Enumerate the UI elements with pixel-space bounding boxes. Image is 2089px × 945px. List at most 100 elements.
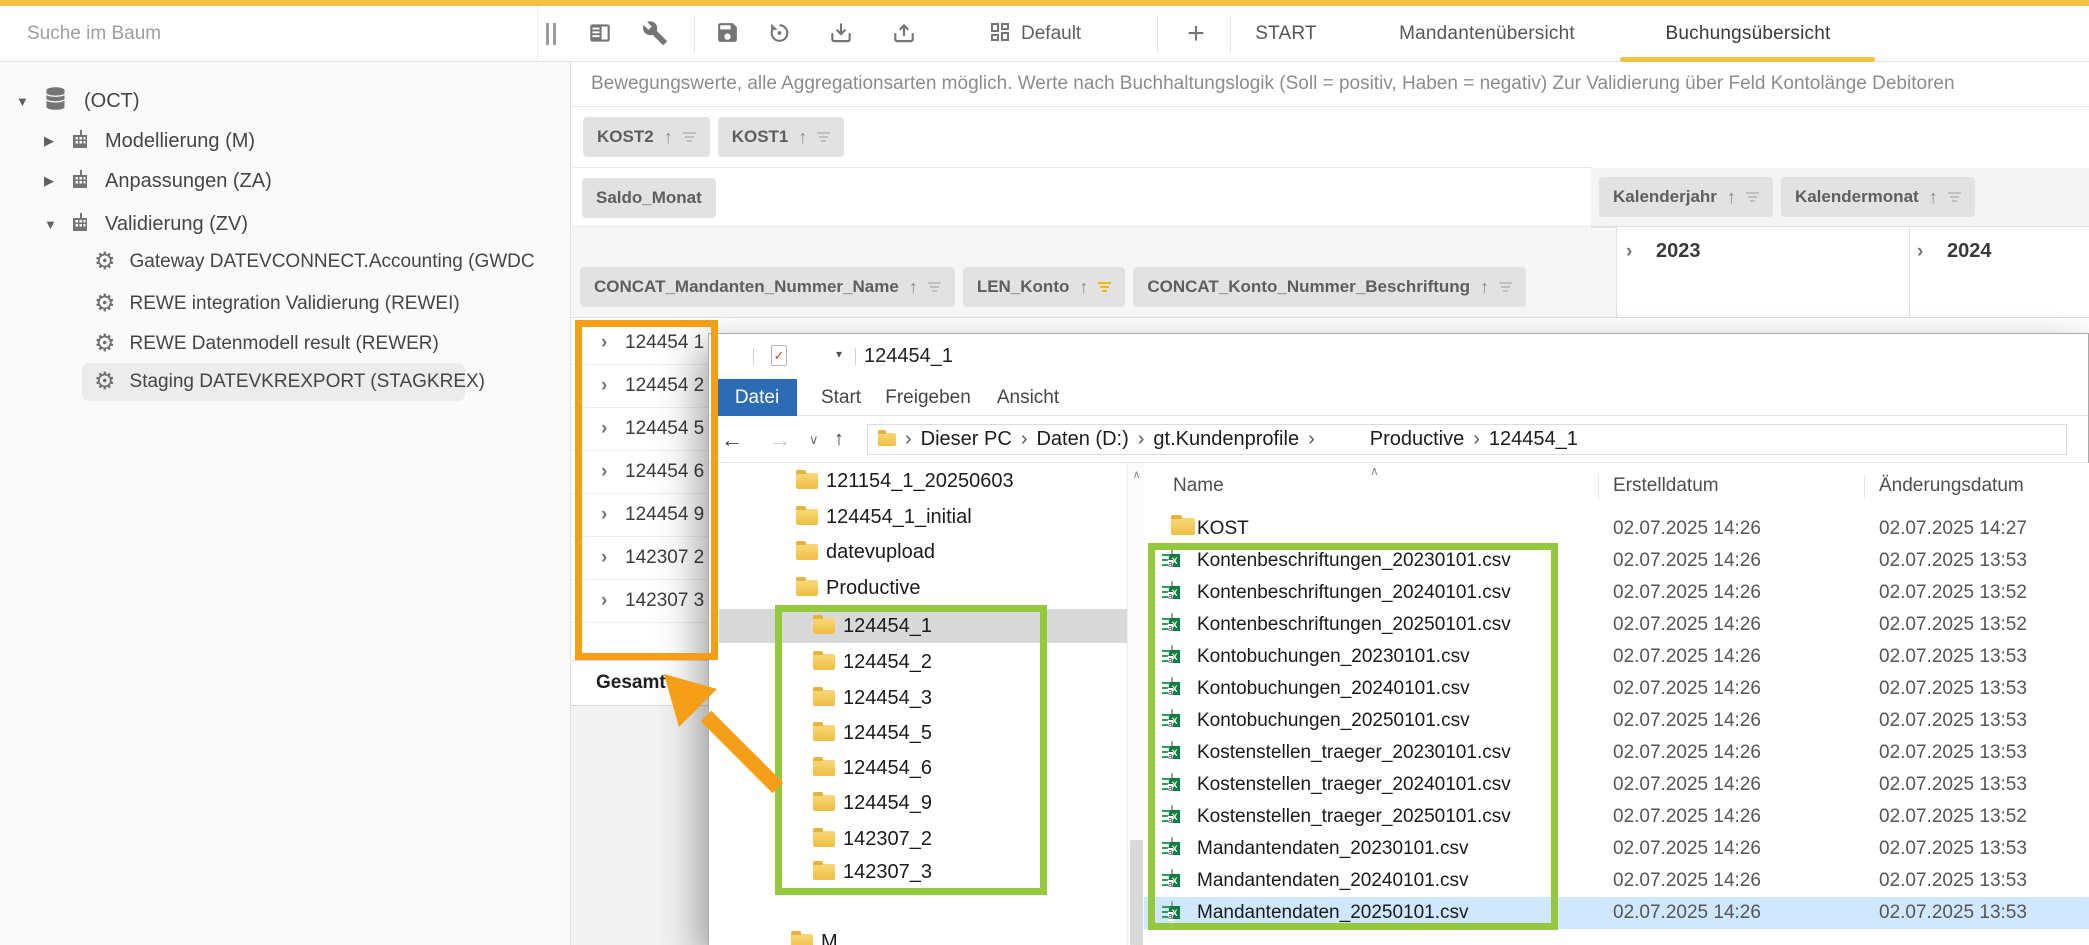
pivot-row-142307-2[interactable]: ›142307 2 (570, 537, 718, 580)
pivot-row-124454-1[interactable]: ›124454 1 (570, 322, 718, 365)
up-arrow-icon[interactable]: ↑ (834, 416, 844, 463)
year-cell-2024[interactable]: › 2024 (1909, 227, 2089, 318)
nav-folder-124454-2[interactable]: 124454_2 (709, 645, 1127, 679)
filter-icon[interactable] (928, 282, 941, 292)
add-view-button[interactable]: + (1176, 14, 1216, 54)
filter-icon[interactable] (1746, 192, 1759, 202)
ribbon-tab-ansicht[interactable]: Ansicht (989, 379, 1067, 416)
file-row-kontobuchungen-2024[interactable]: Xa Kontobuchungen_20240101.csv 02.07.202… (1144, 673, 2089, 705)
history-button[interactable] (764, 20, 794, 50)
breadcrumb-daten-d[interactable]: Daten (D:) (1036, 428, 1128, 451)
filter-icon[interactable] (1499, 282, 1512, 292)
nav-folder-124454-5[interactable]: 124454_5 (709, 716, 1127, 750)
ribbon-tab-start[interactable]: Start (805, 379, 877, 416)
nav-folder-124454-1-initial[interactable]: 124454_1_initial (709, 500, 1127, 534)
sort-asc-icon[interactable]: ↑ (909, 277, 918, 298)
sort-asc-icon[interactable]: ↑ (664, 127, 673, 148)
column-header-aenderungsdatum[interactable]: Änderungsdatum (1879, 475, 2024, 497)
field-chip-concat-mandanten[interactable]: CONCAT_Mandanten_Nummer_Name ↑ (580, 267, 955, 307)
filter-active-icon[interactable] (1098, 282, 1111, 292)
file-row-kostenstellen-2025[interactable]: Xa Kostenstellen_traeger_20250101.csv 02… (1144, 801, 2089, 833)
nav-folder-142307-2[interactable]: 142307_2 (709, 822, 1127, 856)
file-row-kostenstellen-2023[interactable]: Xa Kostenstellen_traeger_20230101.csv 02… (1144, 737, 2089, 769)
expand-chevron-icon[interactable]: › (1917, 241, 1923, 263)
pivot-row-124454-5[interactable]: ›124454 5 (570, 408, 718, 451)
chevron-right-icon[interactable]: ▶ (44, 133, 62, 149)
nav-folder-121154-1-20250603[interactable]: 121154_1_20250603 (709, 464, 1127, 498)
sort-asc-icon[interactable]: ↑ (1079, 277, 1088, 298)
chevron-right-icon[interactable]: ▶ (44, 173, 62, 189)
ribbon-tab-datei[interactable]: Datei (717, 379, 797, 416)
tree-item-anpassungen[interactable]: ▶ Anpassungen (ZA) (0, 163, 570, 199)
layout-default-button[interactable]: Default (988, 19, 1081, 49)
expand-chevron-icon[interactable]: › (1626, 241, 1632, 263)
column-header-name[interactable]: Name (1173, 475, 1224, 497)
tree-item-staging-datevkrexport[interactable]: ⚙ Staging DATEVKREXPORT (STAGKREX) (0, 364, 570, 400)
expand-chevron-icon[interactable]: › (601, 332, 607, 354)
breadcrumb-dieser-pc[interactable]: Dieser PC (921, 428, 1012, 451)
nav-pane-scrollbar[interactable]: ∧ (1127, 463, 1144, 945)
chevron-down-icon[interactable]: ▼ (44, 217, 62, 232)
file-row-kontobuchungen-2025[interactable]: Xa Kontobuchungen_20250101.csv 02.07.202… (1144, 705, 2089, 737)
pivot-row-142307-3[interactable]: ›142307 3 (570, 580, 718, 623)
pivot-row-124454-9[interactable]: ›124454 9 (570, 494, 718, 537)
nav-folder-datevupload[interactable]: datevupload (709, 535, 1127, 569)
sidebar-toggle-button[interactable] (585, 20, 615, 50)
tree-item-rewe-datenmodell[interactable]: ⚙ REWE Datenmodell result (REWER) (0, 326, 570, 362)
file-row-kost[interactable]: KOST 02.07.2025 14:26 02.07.2025 14:27 (1144, 513, 2089, 545)
scroll-up-icon[interactable]: ∧ (1128, 468, 1145, 481)
tree-item-rewe-integration[interactable]: ⚙ REWE integration Validierung (REWEI) (0, 286, 570, 322)
expand-chevron-icon[interactable]: › (601, 375, 607, 397)
breadcrumb-productive[interactable]: Productive (1370, 428, 1465, 451)
tree-item-modellierung[interactable]: ▶ Modellierung (M) (0, 123, 570, 159)
tree-item-validierung[interactable]: ▼ Validierung (ZV) (0, 206, 570, 242)
scrollbar-thumb[interactable] (1130, 840, 1143, 945)
field-chip-kost1[interactable]: KOST1 ↑ (718, 117, 845, 157)
tab-buchungsuebersicht[interactable]: Buchungsübersicht (1650, 6, 1846, 62)
file-row-kontenbeschriftungen-2024[interactable]: Xa Kontenbeschriftungen_20240101.csv 02.… (1144, 577, 2089, 609)
pivot-row-124454-2[interactable]: ›124454 2 (570, 365, 718, 408)
recent-locations-icon[interactable]: ∨ (809, 416, 819, 463)
file-row-kontenbeschriftungen-2023[interactable]: Xa Kontenbeschriftungen_20230101.csv 02.… (1144, 545, 2089, 577)
download-button[interactable] (826, 20, 856, 50)
quick-access-caret-icon[interactable]: ▾ (836, 347, 842, 361)
explorer-titlebar[interactable]: ✓ ▾ 124454_1 (709, 334, 2088, 379)
year-cell-2023[interactable]: › 2023 (1617, 227, 1909, 318)
settings-wrench-button[interactable] (640, 20, 670, 50)
nav-folder-124454-1[interactable]: 124454_1 (709, 609, 1127, 643)
file-row-kostenstellen-2024[interactable]: Xa Kostenstellen_traeger_20240101.csv 02… (1144, 769, 2089, 801)
nav-folder-partial[interactable]: M (709, 925, 1127, 945)
nav-folder-124454-3[interactable]: 124454_3 (709, 681, 1127, 715)
field-chip-concat-konto[interactable]: CONCAT_Konto_Nummer_Beschriftung ↑ (1133, 267, 1526, 307)
expand-chevron-icon[interactable]: › (601, 418, 607, 440)
nav-folder-124454-9[interactable]: 124454_9 (709, 786, 1127, 820)
file-row-mandantendaten-2024[interactable]: Xa Mandantendaten_20240101.csv 02.07.202… (1144, 865, 2089, 897)
sort-asc-icon[interactable]: ↑ (1480, 277, 1489, 298)
search-input[interactable] (0, 6, 537, 62)
sort-asc-icon[interactable]: ↑ (798, 127, 807, 148)
filter-icon[interactable] (683, 132, 696, 142)
column-divider[interactable] (1864, 475, 1865, 499)
breadcrumb-124454-1[interactable]: 124454_1 (1489, 428, 1578, 451)
forward-arrow-icon[interactable]: → (769, 416, 791, 463)
back-arrow-icon[interactable]: ← (721, 416, 743, 463)
tree-item-oct[interactable]: ▼ (OCT) (0, 83, 570, 119)
column-header-erstelldatum[interactable]: Erstelldatum (1613, 475, 1719, 497)
file-row-kontenbeschriftungen-2025[interactable]: Xa Kontenbeschriftungen_20250101.csv 02.… (1144, 609, 2089, 641)
file-row-mandantendaten-2023[interactable]: Xa Mandantendaten_20230101.csv 02.07.202… (1144, 833, 2089, 865)
file-row-kontobuchungen-2023[interactable]: Xa Kontobuchungen_20230101.csv 02.07.202… (1144, 641, 2089, 673)
sort-asc-icon[interactable]: ↑ (1727, 187, 1736, 208)
filter-icon[interactable] (1948, 192, 1961, 202)
checkmark-document-icon[interactable]: ✓ (771, 345, 787, 366)
sort-asc-icon[interactable]: ↑ (1929, 187, 1938, 208)
tab-start[interactable]: START (1246, 6, 1326, 62)
file-row-mandantendaten-2025-selected[interactable]: Xa Mandantendaten_20250101.csv 02.07.202… (1144, 897, 2089, 929)
field-chip-kost2[interactable]: KOST2 ↑ (583, 117, 710, 157)
panel-splitter-handle[interactable] (546, 23, 560, 50)
tab-mandantenuebersicht[interactable]: Mandantenübersicht (1384, 6, 1590, 62)
nav-folder-124454-6[interactable]: 124454_6 (709, 751, 1127, 785)
expand-chevron-icon[interactable]: › (601, 504, 607, 526)
nav-folder-productive[interactable]: Productive (709, 571, 1127, 605)
ribbon-tab-freigeben[interactable]: Freigeben (881, 379, 975, 416)
filter-icon[interactable] (817, 132, 830, 142)
